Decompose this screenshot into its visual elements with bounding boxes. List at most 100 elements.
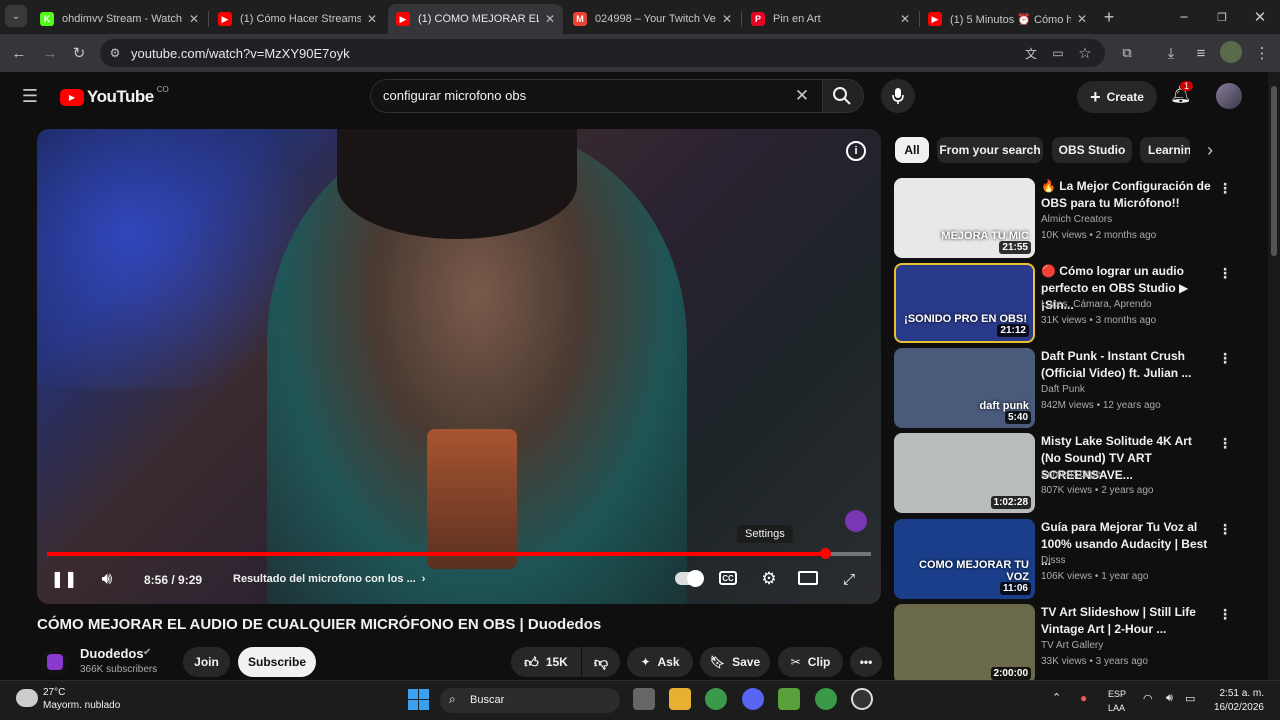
battery-icon[interactable]: ▭ [1185,692,1195,705]
chip-from-your-search[interactable]: From your search [937,137,1043,163]
progress-scrubber[interactable] [819,548,831,559]
tab-list-button[interactable]: ⌄ [5,5,27,27]
browser-tab[interactable]: ▶ (1) CÓMO MEJORAR EL ✕ [388,4,563,34]
chip-all[interactable]: All [895,137,929,163]
reload-icon[interactable]: ↻ [67,41,91,65]
close-window-button[interactable]: ✕ [1248,5,1272,29]
hamburger-menu-icon[interactable]: ☰ [18,84,42,108]
create-button[interactable]: + Create [1077,81,1157,113]
clock-date[interactable]: 16/02/2026 [1206,702,1264,713]
tab-close-icon[interactable]: ✕ [1077,12,1087,26]
recommendation-title[interactable]: 🔥 La Mejor Configuración de OBS para tu … [1041,178,1211,212]
dislike-button[interactable]: 👎︎ [582,647,620,677]
taskbar-search[interactable]: ⌕ Buscar [440,688,620,713]
more-vertical-icon[interactable]: ⋮ [1218,350,1232,367]
save-button[interactable]: 🔖︎ Save [700,647,770,677]
browser-tab[interactable]: ▶ (1) 5 Minutos ⏰ Cómo ha ✕ [920,4,1095,34]
fullscreen-icon[interactable]: ⤢ [837,567,861,591]
info-icon[interactable]: i [846,141,866,161]
recommendation-channel[interactable]: Disss [1041,555,1065,566]
more-vertical-icon[interactable]: ⋮ [1218,521,1232,538]
start-button[interactable] [408,689,429,710]
input-lang-2[interactable]: LAA [1108,703,1125,713]
theater-mode-icon[interactable] [798,571,818,585]
file-explorer-icon[interactable] [669,688,691,710]
more-vertical-icon[interactable]: ⋮ [1218,265,1232,282]
task-view-icon[interactable] [633,688,655,710]
recommendation-channel[interactable]: ScreenScape [1041,469,1101,480]
site-info-icon[interactable]: ⚙ [103,41,127,65]
reading-list-icon[interactable]: ≡ [1189,41,1213,65]
recommendation-item[interactable]: COMO MEJORAR TU VOZ 11:06 Guía para Mejora… [894,519,1239,599]
channel-name[interactable]: Duodedos [80,646,144,661]
pause-button[interactable]: ❚❚ [51,566,78,592]
recommendation-thumbnail[interactable]: MEJORA TU MIC 21:55 [894,178,1035,258]
obs-icon[interactable] [851,688,873,710]
bookmark-star-icon[interactable]: ☆ [1073,41,1097,65]
chips-next-icon[interactable]: › [1198,138,1222,162]
browser-tab[interactable]: Kohdimvv Stream - Watch L ✕ [32,4,207,34]
tab-close-icon[interactable]: ✕ [722,12,732,26]
tray-chevron-icon[interactable]: ⌃ [1052,691,1061,704]
search-input[interactable]: configurar microfono obs [383,88,526,103]
recommendation-item[interactable]: 2:00:00 TV Art Slideshow | Still Life Vin… [894,604,1239,684]
recommendation-thumbnail[interactable]: 2:00:00 [894,604,1035,684]
recommendation-item[interactable]: 1:02:28 Misty Lake Solitude 4K Art (No So… [894,433,1239,513]
more-vertical-icon[interactable]: ⋮ [1218,435,1232,452]
chip-learning[interactable]: Learnin [1140,137,1190,163]
settings-gear-icon[interactable]: ⚙ [757,567,781,591]
channel-avatar[interactable] [41,648,69,676]
chrome-icon[interactable] [705,688,727,710]
browser-menu-icon[interactable]: ⋮ [1250,41,1274,65]
more-vertical-icon[interactable]: ⋮ [1218,180,1232,197]
video-player[interactable]: i Settings ❚❚ 🔊︎ 8:56 / 9:29 Resultado d… [37,129,881,604]
voice-search-button[interactable] [881,79,915,113]
account-avatar[interactable] [1216,83,1242,109]
minecraft-icon[interactable] [778,688,800,710]
autoplay-toggle[interactable] [675,570,704,587]
progress-bar[interactable] [47,548,871,559]
recommendation-item[interactable]: ¡SONIDO PRO EN OBS! 21:12 🔴 Cómo lograr un… [894,263,1239,343]
translate-icon[interactable]: 文 [1019,41,1043,65]
recommendation-item[interactable]: daft punk 5:40 Daft Punk - Instant Crush (… [894,348,1239,428]
volume-icon[interactable]: 🔊︎ [93,566,121,592]
browser-tab[interactable]: P Pin en Art ✕ [743,4,918,34]
clock-time[interactable]: 2:51 a. m. [1206,688,1264,699]
weather-widget[interactable]: 27°C Mayorm. nublado [16,686,136,714]
download-icon[interactable]: ⤓ [1159,41,1183,65]
scrollbar-thumb[interactable] [1271,86,1277,256]
browser-tab[interactable]: M 024998 – Your Twitch Verif ✕ [565,4,740,34]
more-actions-button[interactable]: ••• [850,647,882,677]
recommendation-channel[interactable]: Daft Punk [1041,384,1085,395]
recommendation-title[interactable]: Guía para Mejorar Tu Voz al 100% usando … [1041,519,1211,570]
recommendation-thumbnail[interactable]: COMO MEJORAR TU VOZ 11:06 [894,519,1035,599]
recommendation-title[interactable]: Daft Punk - Instant Crush (Official Vide… [1041,348,1211,382]
minimize-button[interactable]: − [1172,5,1196,29]
like-button[interactable]: 👍︎ 15K [511,647,581,677]
clear-search-icon[interactable]: ✕ [790,84,814,108]
recommendation-thumbnail[interactable]: 1:02:28 [894,433,1035,513]
input-lang-1[interactable]: ESP [1108,689,1126,699]
channel-watermark[interactable] [845,510,867,532]
maximize-button[interactable]: ❐ [1210,5,1234,29]
recommendation-channel[interactable]: TV Art Gallery [1041,640,1103,651]
tab-close-icon[interactable]: ✕ [367,12,377,26]
recommendation-channel[interactable]: Luces, Cámara, Aprendo [1041,299,1152,310]
tab-close-icon[interactable]: ✕ [189,12,199,26]
recommendation-channel[interactable]: Almich Creators [1041,214,1112,225]
recommendation-thumbnail[interactable]: ¡SONIDO PRO EN OBS! 21:12 [894,263,1035,343]
chip-obs-studio[interactable]: OBS Studio [1052,137,1132,163]
recommendation-thumbnail[interactable]: daft punk 5:40 [894,348,1035,428]
subscribe-button[interactable]: Subscribe [238,647,316,677]
new-tab-button[interactable]: + [1097,5,1121,29]
tab-close-icon[interactable]: ✕ [545,12,555,26]
extensions-icon[interactable]: ⧉ [1115,41,1139,65]
tray-mic-icon[interactable]: ● [1080,691,1087,705]
ask-button[interactable]: ✦ Ask [627,647,693,677]
subtitles-cc-icon[interactable]: CC [719,571,737,585]
recommendation-title[interactable]: TV Art Slideshow | Still Life Vintage Ar… [1041,604,1211,638]
notifications-button[interactable]: 🔔︎ 1 [1170,81,1194,107]
clip-button[interactable]: ✂ Clip [778,647,843,677]
discord-icon[interactable] [742,688,764,710]
profile-avatar[interactable] [1220,41,1242,63]
